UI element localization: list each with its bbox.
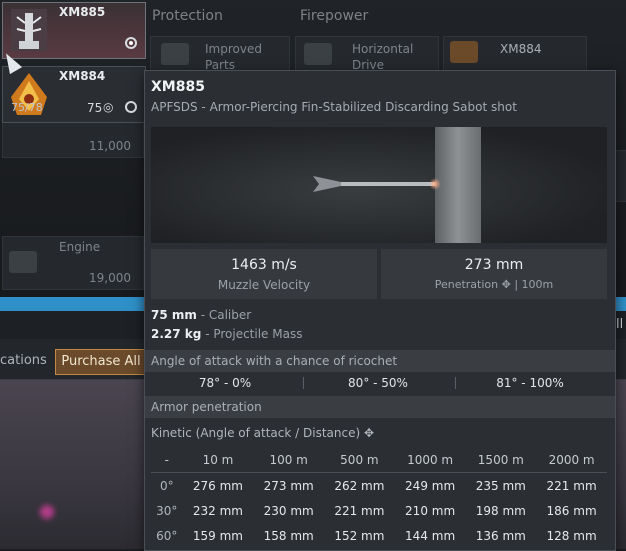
slot-name: XM884 — [59, 69, 106, 83]
ricochet-header: Angle of attack with a chance of ricoche… — [145, 350, 615, 372]
upgrade-label: Engine — [59, 240, 101, 254]
penetration-value: 273 mm — [464, 257, 524, 273]
upgrade-label: Improved Parts — [205, 42, 262, 72]
parts-icon — [161, 43, 189, 65]
crosshair-icon: ✥ — [363, 426, 375, 440]
slot-name: XM885 — [59, 5, 106, 19]
shell-count-icon: ◎ — [103, 100, 114, 114]
armor-header: Armor penetration — [145, 396, 615, 418]
upgrade-card-horizontal-drive[interactable]: Horizontal Drive — [295, 36, 439, 72]
muzzle-velocity-box: 1463 m/s Muzzle Velocity — [151, 249, 377, 299]
column-header: 1000 m — [394, 448, 466, 473]
penetration-table: - 10 m 100 m 500 m 1000 m 1500 m 2000 m … — [151, 448, 607, 548]
caliber-row: 75 mm - Caliber — [151, 308, 252, 322]
ricochet-value: 78° - 0% — [198, 376, 252, 390]
hangar-light — [40, 505, 54, 519]
upgrade-card-xm884[interactable]: XM884 — [443, 36, 587, 72]
column-header: 2000 m — [536, 448, 607, 473]
penetration-box: 273 mm Penetration ✥ | 100m — [381, 249, 607, 299]
apfsds-icon — [11, 9, 47, 51]
upgrade-label: XM884 — [500, 42, 542, 56]
tab-locations[interactable]: cations — [0, 353, 47, 368]
upgrade-label: Horizontal Drive — [352, 42, 414, 72]
penetration-label: Penetration — [434, 278, 499, 291]
column-header: 10 m — [182, 448, 254, 473]
engine-icon — [9, 251, 37, 273]
mass-row: 2.27 kg - Projectile Mass — [151, 327, 303, 341]
tab-firepower[interactable]: Firepower — [300, 8, 368, 28]
shell-icon — [450, 41, 478, 63]
slot-radio[interactable] — [125, 37, 137, 49]
upgrade-price: 19,000 — [89, 271, 131, 285]
upgrade-card-improved-parts[interactable]: Improved Parts — [150, 36, 290, 72]
slot-count: 75 — [87, 101, 103, 115]
ricochet-value: 80° - 50% — [348, 376, 408, 390]
tooltip-title: XM885 — [151, 79, 205, 95]
upgrade-price: 11,000 — [89, 139, 131, 153]
upgrade-card-row2[interactable]: 11,000 — [2, 122, 144, 158]
tooltip-subtitle: APFSDS - Armor-Piercing Fin-Stabilized D… — [151, 100, 517, 114]
slot-ratio: 75/78 — [11, 101, 43, 114]
table-row: 60° 159 mm 158 mm 152 mm 144 mm 136 mm 128 m… — [156, 528, 597, 543]
column-header: 500 m — [324, 448, 395, 473]
column-header: 1500 m — [465, 448, 537, 473]
ammo-tooltip: XM885 APFSDS - Armor-Piercing Fin-Stabil… — [144, 70, 616, 551]
upgrade-card-engine[interactable]: Engine 19,000 — [2, 236, 144, 290]
slot-radio[interactable] — [125, 101, 137, 113]
penetration-caption: Penetration ✥ | 100m — [381, 278, 607, 291]
ricochet-value: 81° - 100% — [496, 376, 564, 390]
table-row: 30° 232 mm 230 mm 221 mm 210 mm 198 mm 186 m… — [156, 503, 597, 518]
column-header: - — [151, 448, 183, 473]
muzzle-velocity-label: Muzzle Velocity — [217, 278, 311, 292]
crosshair-icon: ✥ — [501, 278, 511, 291]
ammo-slot-xm885[interactable]: XM885 — [2, 2, 146, 59]
penetration-range: | 100m — [514, 278, 554, 291]
ammo-slot-xm884[interactable]: XM884 75/78 75 ◎ — [2, 66, 146, 123]
kinetic-label-row: Kinetic (Angle of attack / Distance) ✥ — [151, 426, 375, 440]
column-header: 100 m — [253, 448, 325, 473]
tab-protection[interactable]: Protection — [152, 8, 223, 28]
shell-preview — [151, 127, 607, 243]
table-row: 0° 276 mm 273 mm 262 mm 249 mm 235 mm 221 mm — [159, 478, 597, 493]
drive-icon — [304, 43, 332, 65]
purchase-all-button[interactable]: Purchase All — [55, 349, 147, 375]
projectile-illustration — [313, 127, 481, 243]
muzzle-velocity-value: 1463 m/s — [231, 257, 297, 273]
